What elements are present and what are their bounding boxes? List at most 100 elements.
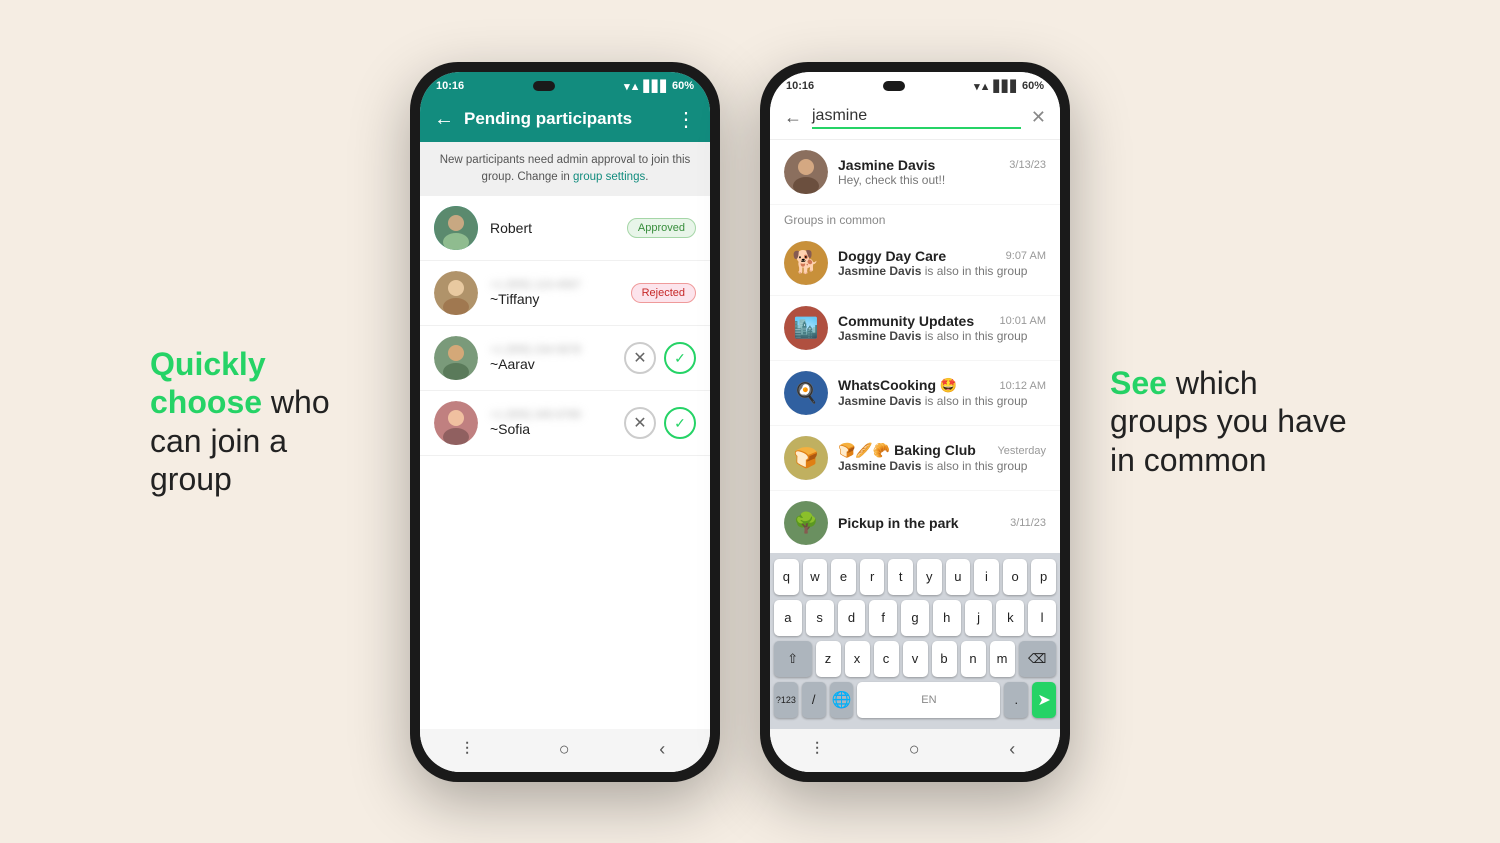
phone2-notch bbox=[883, 81, 905, 91]
key-e[interactable]: e bbox=[831, 559, 856, 595]
approve-button-sofia[interactable]: ✓ bbox=[664, 407, 696, 439]
keyboard-row-bottom: ?123 / 🌐 EN . ➤ bbox=[774, 682, 1056, 718]
clear-search-icon[interactable]: ✕ bbox=[1031, 107, 1046, 128]
group-name-row-2: WhatsCooking 🤩10:12 AM bbox=[838, 377, 1046, 394]
group-preview-1: Jasmine Davis is also in this group bbox=[838, 329, 1046, 343]
keyboard-row-2: a s d f g h j k l bbox=[774, 600, 1056, 636]
key-d[interactable]: d bbox=[838, 600, 866, 636]
key-b[interactable]: b bbox=[932, 641, 957, 677]
key-r[interactable]: r bbox=[860, 559, 885, 595]
group-item-2[interactable]: 🍳WhatsCooking 🤩10:12 AMJasmine Davis is … bbox=[770, 361, 1060, 426]
group-name-row-1: Community Updates10:01 AM bbox=[838, 313, 1046, 329]
chat-name-jasmine: Jasmine Davis bbox=[838, 157, 935, 173]
back-arrow-icon-2[interactable]: ← bbox=[784, 107, 802, 128]
phone-1-inner: 10:16 ▾▲ ▋▋▋ 60% ← Pending participants … bbox=[420, 72, 710, 772]
group-item-0[interactable]: 🐕Doggy Day Care9:07 AMJasmine Davis is a… bbox=[770, 231, 1060, 296]
phone1-status-bar: 10:16 ▾▲ ▋▋▋ 60% bbox=[420, 72, 710, 97]
participant-item-tiffany: +1 (555) 123-4567 ~Tiffany Rejected bbox=[420, 261, 710, 326]
group-item-1[interactable]: 🏙️ Community Updates10:01 AMJasmine Davis… bbox=[770, 296, 1060, 361]
key-z[interactable]: z bbox=[816, 641, 841, 677]
key-period[interactable]: . bbox=[1004, 682, 1028, 718]
key-j[interactable]: j bbox=[965, 600, 993, 636]
key-numbers[interactable]: ?123 bbox=[774, 682, 798, 718]
wifi-icon-2: ▾▲ bbox=[974, 80, 990, 93]
keyboard-row-1: q w e r t y u i o p bbox=[774, 559, 1056, 595]
phone-2-frame: 10:16 ▾▲ ▋▋▋ 60% ← jasmine ✕ bbox=[760, 62, 1070, 782]
wifi-icon: ▾▲ bbox=[624, 80, 640, 93]
chat-item-jasmine[interactable]: Jasmine Davis 3/13/23 Hey, check this ou… bbox=[770, 140, 1060, 205]
phone1-header: ← Pending participants ⋮ bbox=[420, 97, 710, 142]
info-banner: New participants need admin approval to … bbox=[420, 142, 710, 197]
group-info-4: Pickup in the park3/11/23 bbox=[838, 515, 1046, 531]
nav-back-icon-2: ‹ bbox=[1009, 739, 1015, 760]
phone1-time: 10:16 bbox=[436, 80, 464, 92]
key-y[interactable]: y bbox=[917, 559, 942, 595]
chat-name-row-jasmine: Jasmine Davis 3/13/23 bbox=[838, 157, 1046, 173]
action-buttons-aarav: ✕ ✓ bbox=[624, 342, 696, 374]
phone1-status-icons: ▾▲ ▋▋▋ 60% bbox=[624, 80, 694, 93]
more-options-icon[interactable]: ⋮ bbox=[676, 107, 696, 132]
page-wrapper: Quickly choose who can join a group 10:1… bbox=[0, 0, 1500, 843]
key-x[interactable]: x bbox=[845, 641, 870, 677]
phone2-time: 10:16 bbox=[786, 80, 814, 92]
back-arrow-icon[interactable]: ← bbox=[434, 108, 454, 131]
reject-button-aarav[interactable]: ✕ bbox=[624, 342, 656, 374]
key-h[interactable]: h bbox=[933, 600, 961, 636]
key-send[interactable]: ➤ bbox=[1032, 682, 1056, 718]
reject-button-sofia[interactable]: ✕ bbox=[624, 407, 656, 439]
group-avatar-4: 🌳 bbox=[784, 501, 828, 545]
key-i[interactable]: i bbox=[974, 559, 999, 595]
key-q[interactable]: q bbox=[774, 559, 799, 595]
key-space[interactable]: EN bbox=[857, 682, 1000, 718]
group-settings-link[interactable]: group settings bbox=[573, 171, 645, 183]
key-o[interactable]: o bbox=[1003, 559, 1028, 595]
group-item-3[interactable]: 🍞🍞🥖🥐 Baking ClubYesterdayJasmine Davis i… bbox=[770, 426, 1060, 491]
key-backspace[interactable]: ⌫ bbox=[1019, 641, 1057, 677]
key-p[interactable]: p bbox=[1031, 559, 1056, 595]
key-c[interactable]: c bbox=[874, 641, 899, 677]
left-tagline-highlight: Quickly choose bbox=[150, 346, 266, 420]
group-name-0: Doggy Day Care bbox=[838, 248, 946, 264]
signal-icon-2: ▋▋▋ bbox=[994, 80, 1019, 93]
key-slash[interactable]: / bbox=[802, 682, 826, 718]
name-aarav: ~Aarav bbox=[490, 356, 612, 372]
key-n[interactable]: n bbox=[961, 641, 986, 677]
key-v[interactable]: v bbox=[903, 641, 928, 677]
key-l[interactable]: l bbox=[1028, 600, 1056, 636]
group-avatar-2: 🍳 bbox=[784, 371, 828, 415]
screen1-title: Pending participants bbox=[464, 109, 666, 129]
key-t[interactable]: t bbox=[888, 559, 913, 595]
key-u[interactable]: u bbox=[946, 559, 971, 595]
group-name-2: WhatsCooking 🤩 bbox=[838, 377, 957, 394]
group-time-3: Yesterday bbox=[997, 445, 1046, 457]
nav-home-icon-2: ○ bbox=[909, 739, 920, 760]
group-info-3: 🍞🥖🥐 Baking ClubYesterdayJasmine Davis is… bbox=[838, 442, 1046, 473]
search-query-display[interactable]: jasmine bbox=[812, 107, 1021, 129]
key-f[interactable]: f bbox=[869, 600, 897, 636]
phone1-nav-bar: ⫶ ○ ‹ bbox=[420, 729, 710, 772]
key-a[interactable]: a bbox=[774, 600, 802, 636]
number-aarav: +1 (555) 234-5678 bbox=[490, 344, 612, 356]
svg-text:🏙️: 🏙️ bbox=[794, 315, 819, 339]
group-name-row-3: 🍞🥖🥐 Baking ClubYesterday bbox=[838, 442, 1046, 459]
participant-name-aarav: +1 (555) 234-5678 ~Aarav bbox=[490, 344, 612, 372]
phone1-notch bbox=[533, 81, 555, 91]
key-w[interactable]: w bbox=[803, 559, 828, 595]
key-g[interactable]: g bbox=[901, 600, 929, 636]
nav-back-icon: ‹ bbox=[659, 739, 665, 760]
battery-icon-2: 60% bbox=[1022, 80, 1044, 92]
key-shift[interactable]: ⇧ bbox=[774, 641, 812, 677]
group-preview-3: Jasmine Davis is also in this group bbox=[838, 459, 1046, 473]
group-preview-0: Jasmine Davis is also in this group bbox=[838, 264, 1046, 278]
group-item-4[interactable]: 🌳 Pickup in the park3/11/23 bbox=[770, 491, 1060, 553]
participant-item-robert: Robert Approved bbox=[420, 196, 710, 261]
keyboard-row-3: ⇧ z x c v b n m ⌫ bbox=[774, 641, 1056, 677]
key-m[interactable]: m bbox=[990, 641, 1015, 677]
key-s[interactable]: s bbox=[806, 600, 834, 636]
groups-in-common-label: Groups in common bbox=[770, 205, 1060, 231]
key-k[interactable]: k bbox=[996, 600, 1024, 636]
avatar-jasmine bbox=[784, 150, 828, 194]
approve-button-aarav[interactable]: ✓ bbox=[664, 342, 696, 374]
svg-text:🐕: 🐕 bbox=[792, 249, 819, 274]
key-globe[interactable]: 🌐 bbox=[830, 682, 854, 718]
